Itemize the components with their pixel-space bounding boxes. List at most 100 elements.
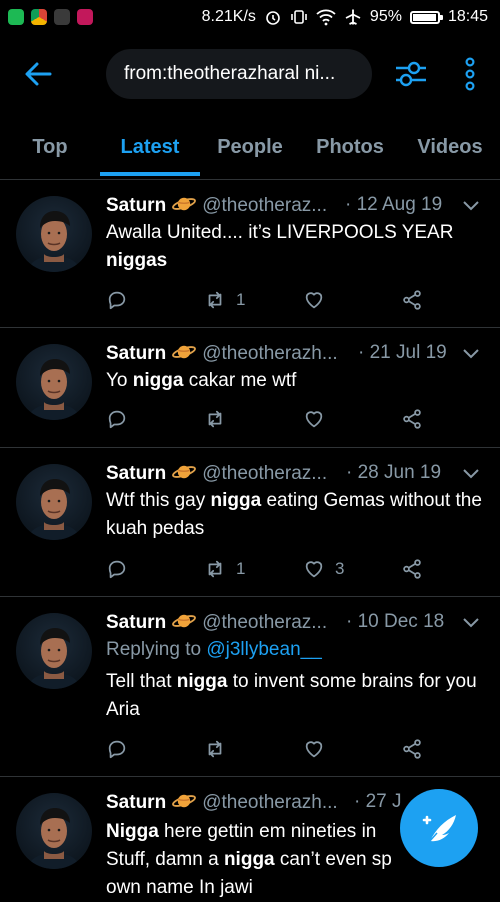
retweet-icon [208,410,222,428]
search-filter-icon[interactable] [394,58,428,90]
like-icon [305,561,323,578]
share-icon [403,739,421,759]
like-count: 3 [335,559,345,578]
tab-latest[interactable]: Latest [100,112,200,179]
tweet-actions [106,406,436,432]
avatar[interactable] [16,196,92,272]
share-button[interactable] [401,556,423,582]
share-button[interactable] [401,287,423,313]
replying-to-mention-link[interactable]: @j3llybean__ [206,639,321,660]
tweet-author-name[interactable]: Saturn [106,343,166,364]
saturn-emoji-icon [172,342,197,362]
like-button[interactable] [303,406,325,432]
retweet-button[interactable] [204,736,226,762]
saturn-emoji-icon [172,462,197,482]
back-arrow-icon[interactable] [22,58,54,90]
tweet-date[interactable]: · 12 Aug 19 [345,194,442,216]
search-tabs: Top Latest People Photos Videos [0,112,500,180]
tweet-text: Awalla United.... it’s LIVERPOOLS YEAR n… [106,222,454,271]
reply-icon [108,410,126,429]
tweet-date[interactable]: · 10 Dec 18 [346,611,444,633]
like-button[interactable]: 3 [303,556,344,582]
tab-top[interactable]: Top [0,112,100,179]
like-button[interactable] [303,736,325,762]
like-icon [305,411,323,428]
retweet-icon [208,560,222,578]
share-button[interactable] [401,406,423,432]
tweet-date[interactable]: · 27 J [354,791,402,813]
alarm-icon [266,11,280,25]
tweet-header: Saturn @theotheraz... [106,462,327,485]
tweet[interactable]: Saturn @theotherazh... · 21 Jul 19 Yo nig… [0,328,500,448]
retweet-button[interactable] [204,406,226,432]
share-icon [403,290,421,310]
more-options-icon[interactable] [460,56,480,92]
chevron-down-icon[interactable] [462,468,480,480]
tweet-author-handle[interactable]: @theotherazh... [202,343,337,364]
saturn-emoji-icon [172,791,197,811]
avatar[interactable] [16,613,92,689]
tweet[interactable]: Saturn @theotheraz... · 28 Jun 19 Wtf thi… [0,448,500,597]
retweet-count: 1 [236,559,246,578]
tweet-date[interactable]: · 28 Jun 19 [346,462,441,484]
clock: 18:45 [447,8,488,25]
reply-button[interactable] [106,287,128,313]
share-icon [403,559,421,579]
tweet-header: Saturn @theotherazh... [106,342,338,365]
tweet-header: Saturn @theotheraz... [106,194,327,217]
tweet-author-handle[interactable]: @theotheraz... [202,463,327,484]
replying-to-prefix: Replying to [106,639,202,660]
tab-photos[interactable]: Photos [300,112,400,179]
tweet-header: Saturn @theotheraz... [106,611,327,634]
reply-icon [108,560,126,579]
reply-icon [108,291,126,310]
battery-icon [409,10,443,24]
avatar[interactable] [16,344,92,420]
saturn-emoji-icon [172,611,197,631]
saturn-emoji-icon [172,194,197,214]
network-speed: 8.21K/s [201,8,256,25]
tweet[interactable]: Saturn @theotheraz... · 12 Aug 19 Awalla … [0,180,500,328]
avatar[interactable] [16,464,92,540]
tweet-actions: 13 [106,556,436,582]
chevron-down-icon[interactable] [462,617,480,629]
like-icon [305,292,323,309]
retweet-button[interactable]: 1 [204,287,245,313]
tweet-actions [106,736,436,762]
share-icon [403,409,421,429]
tweet-author-name[interactable]: Saturn [106,463,166,484]
avatar[interactable] [16,793,92,869]
active-tab-indicator [100,172,200,176]
notification-app-icons [8,9,93,25]
reply-button[interactable] [106,556,128,582]
share-button[interactable] [401,736,423,762]
tab-videos[interactable]: Videos [400,112,500,179]
like-button[interactable] [303,287,325,313]
replying-to: Replying to @j3llybean__ [106,639,322,661]
mail-icon [77,9,93,25]
chrome-icon [31,9,47,25]
tab-people[interactable]: People [200,112,300,179]
tweet-date[interactable]: · 21 Jul 19 [358,342,447,364]
airplane-mode-icon [345,9,361,25]
vibrate-icon [291,10,307,24]
tweet-author-name[interactable]: Saturn [106,792,166,813]
tweet-author-handle[interactable]: @theotherazh... [202,792,337,813]
chevron-down-icon[interactable] [462,200,480,212]
battery-percent: 95% [369,8,402,25]
retweet-button[interactable]: 1 [204,556,245,582]
tweet[interactable]: Saturn @theotheraz... · 10 Dec 18 Replyin… [0,597,500,777]
tweet-author-handle[interactable]: @theotheraz... [202,195,327,216]
tweet-author-handle[interactable]: @theotheraz... [202,612,327,633]
status-bar: 8.21K/s 95% 18:45 [0,0,500,36]
reply-button[interactable] [106,406,128,432]
chevron-down-icon[interactable] [462,348,480,360]
search-input[interactable]: from:theotherazharal ni... [106,49,372,99]
compose-tweet-button[interactable] [400,789,478,867]
tweet-text: Tell that nigga to invent some brains fo… [106,671,477,720]
tweet-author-name[interactable]: Saturn [106,195,166,216]
tweet-author-name[interactable]: Saturn [106,612,166,633]
spotify-icon [8,9,24,25]
compose-feather-icon [422,815,456,843]
reply-button[interactable] [106,736,128,762]
